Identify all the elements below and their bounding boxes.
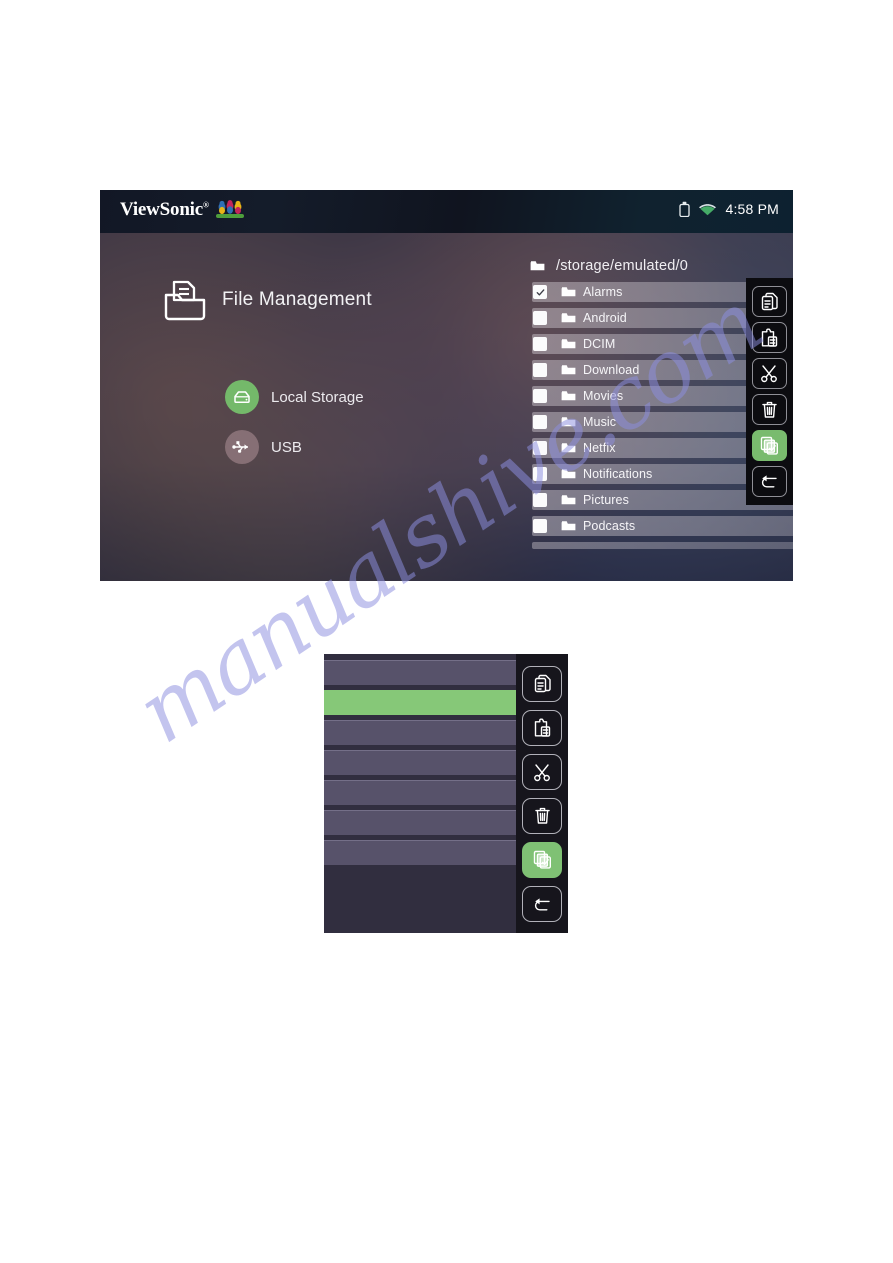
select-all-icon	[533, 850, 552, 870]
file-checkbox[interactable]	[533, 363, 547, 377]
detail-cut-button[interactable]	[522, 754, 562, 790]
copy-icon	[533, 674, 552, 694]
sidebar-item-label: Local Storage	[271, 388, 364, 406]
back-button[interactable]	[752, 466, 787, 497]
action-toolbar	[746, 278, 793, 505]
file-name: Alarms	[583, 285, 623, 299]
select-all-button[interactable]	[752, 430, 787, 461]
file-checkbox[interactable]	[533, 519, 547, 533]
sidebar-item-local-storage[interactable]: Local Storage	[225, 380, 364, 414]
folder-icon	[561, 287, 576, 297]
file-management-icon	[164, 280, 206, 321]
usb-icon	[225, 430, 259, 464]
folder-icon	[561, 339, 576, 349]
file-name: Download	[583, 363, 640, 377]
file-list-item-clipped[interactable]	[532, 542, 793, 549]
left-pane: File Management Local Storage USB	[100, 233, 440, 581]
file-name: Podcasts	[583, 519, 636, 533]
return-icon	[760, 473, 779, 490]
return-icon	[533, 896, 552, 913]
clock: 4:58 PM	[725, 201, 779, 217]
toolbar-detail-panel	[324, 654, 568, 933]
detail-row[interactable]	[324, 720, 518, 745]
file-checkbox[interactable]	[533, 415, 547, 429]
paste-button[interactable]	[752, 322, 787, 353]
detail-row[interactable]	[324, 660, 518, 685]
brand-wordmark: ViewSonic®	[120, 199, 209, 220]
viewsonic-birds-icon	[215, 200, 244, 218]
file-name: Pictures	[583, 493, 629, 507]
file-name: Music	[583, 415, 617, 429]
storage-source-list: Local Storage USB	[225, 380, 364, 480]
file-checkbox[interactable]	[533, 337, 547, 351]
trash-icon	[760, 400, 779, 420]
copy-button[interactable]	[752, 286, 787, 317]
detail-copy-button[interactable]	[522, 666, 562, 702]
status-indicators: 4:58 PM	[679, 201, 779, 217]
folder-icon	[561, 313, 576, 323]
paste-icon	[533, 718, 552, 738]
detail-paste-button[interactable]	[522, 710, 562, 746]
sidebar-item-usb[interactable]: USB	[225, 430, 364, 464]
breadcrumb: /storage/emulated/0	[530, 258, 688, 274]
folder-icon	[561, 443, 576, 453]
usb-storage-icon	[679, 201, 691, 217]
hard-drive-icon	[225, 380, 259, 414]
folder-icon	[561, 417, 576, 427]
scissors-icon	[760, 364, 779, 383]
file-name: Movies	[583, 389, 624, 403]
file-browser-pane: /storage/emulated/0 Alarms Android DCIM …	[432, 233, 793, 581]
sidebar-item-label: USB	[271, 438, 302, 456]
file-checkbox[interactable]	[533, 311, 547, 325]
detail-delete-button[interactable]	[522, 798, 562, 834]
device-screenshot-panel: ViewSonic® 4:58 PM File Management Local…	[100, 190, 793, 581]
check-icon	[536, 288, 544, 296]
folder-icon	[561, 469, 576, 479]
trash-icon	[533, 806, 552, 826]
file-checkbox[interactable]	[533, 493, 547, 507]
folder-icon	[530, 261, 545, 271]
current-path: /storage/emulated/0	[556, 258, 688, 274]
file-checkbox[interactable]	[533, 285, 547, 299]
viewsonic-logo: ViewSonic®	[120, 199, 245, 221]
status-bar: ViewSonic® 4:58 PM	[100, 190, 793, 233]
detail-back-button[interactable]	[522, 886, 562, 922]
file-name: DCIM	[583, 337, 616, 351]
detail-row[interactable]	[324, 780, 518, 805]
file-checkbox[interactable]	[533, 467, 547, 481]
cut-button[interactable]	[752, 358, 787, 389]
folder-icon	[561, 521, 576, 531]
detail-row[interactable]	[324, 750, 518, 775]
detail-row[interactable]	[324, 810, 518, 835]
scissors-icon	[533, 763, 552, 782]
paste-icon	[760, 328, 779, 348]
detail-select-all-button[interactable]	[522, 842, 562, 878]
wifi-icon	[699, 203, 717, 215]
file-name: Notifications	[583, 467, 653, 481]
file-name: Android	[583, 311, 627, 325]
page-title: File Management	[222, 289, 372, 310]
file-list-item[interactable]: Podcasts	[532, 516, 793, 536]
detail-action-toolbar	[516, 654, 568, 933]
folder-icon	[561, 365, 576, 375]
file-checkbox[interactable]	[533, 389, 547, 403]
file-name: Netfix	[583, 441, 616, 455]
folder-icon	[561, 391, 576, 401]
copy-icon	[760, 292, 779, 312]
file-checkbox[interactable]	[533, 441, 547, 455]
detail-file-list	[324, 660, 518, 870]
folder-icon	[561, 495, 576, 505]
delete-button[interactable]	[752, 394, 787, 425]
detail-row[interactable]	[324, 840, 518, 865]
detail-row-selected[interactable]	[324, 690, 518, 715]
app-header: File Management	[162, 278, 372, 322]
select-all-icon	[760, 436, 779, 456]
